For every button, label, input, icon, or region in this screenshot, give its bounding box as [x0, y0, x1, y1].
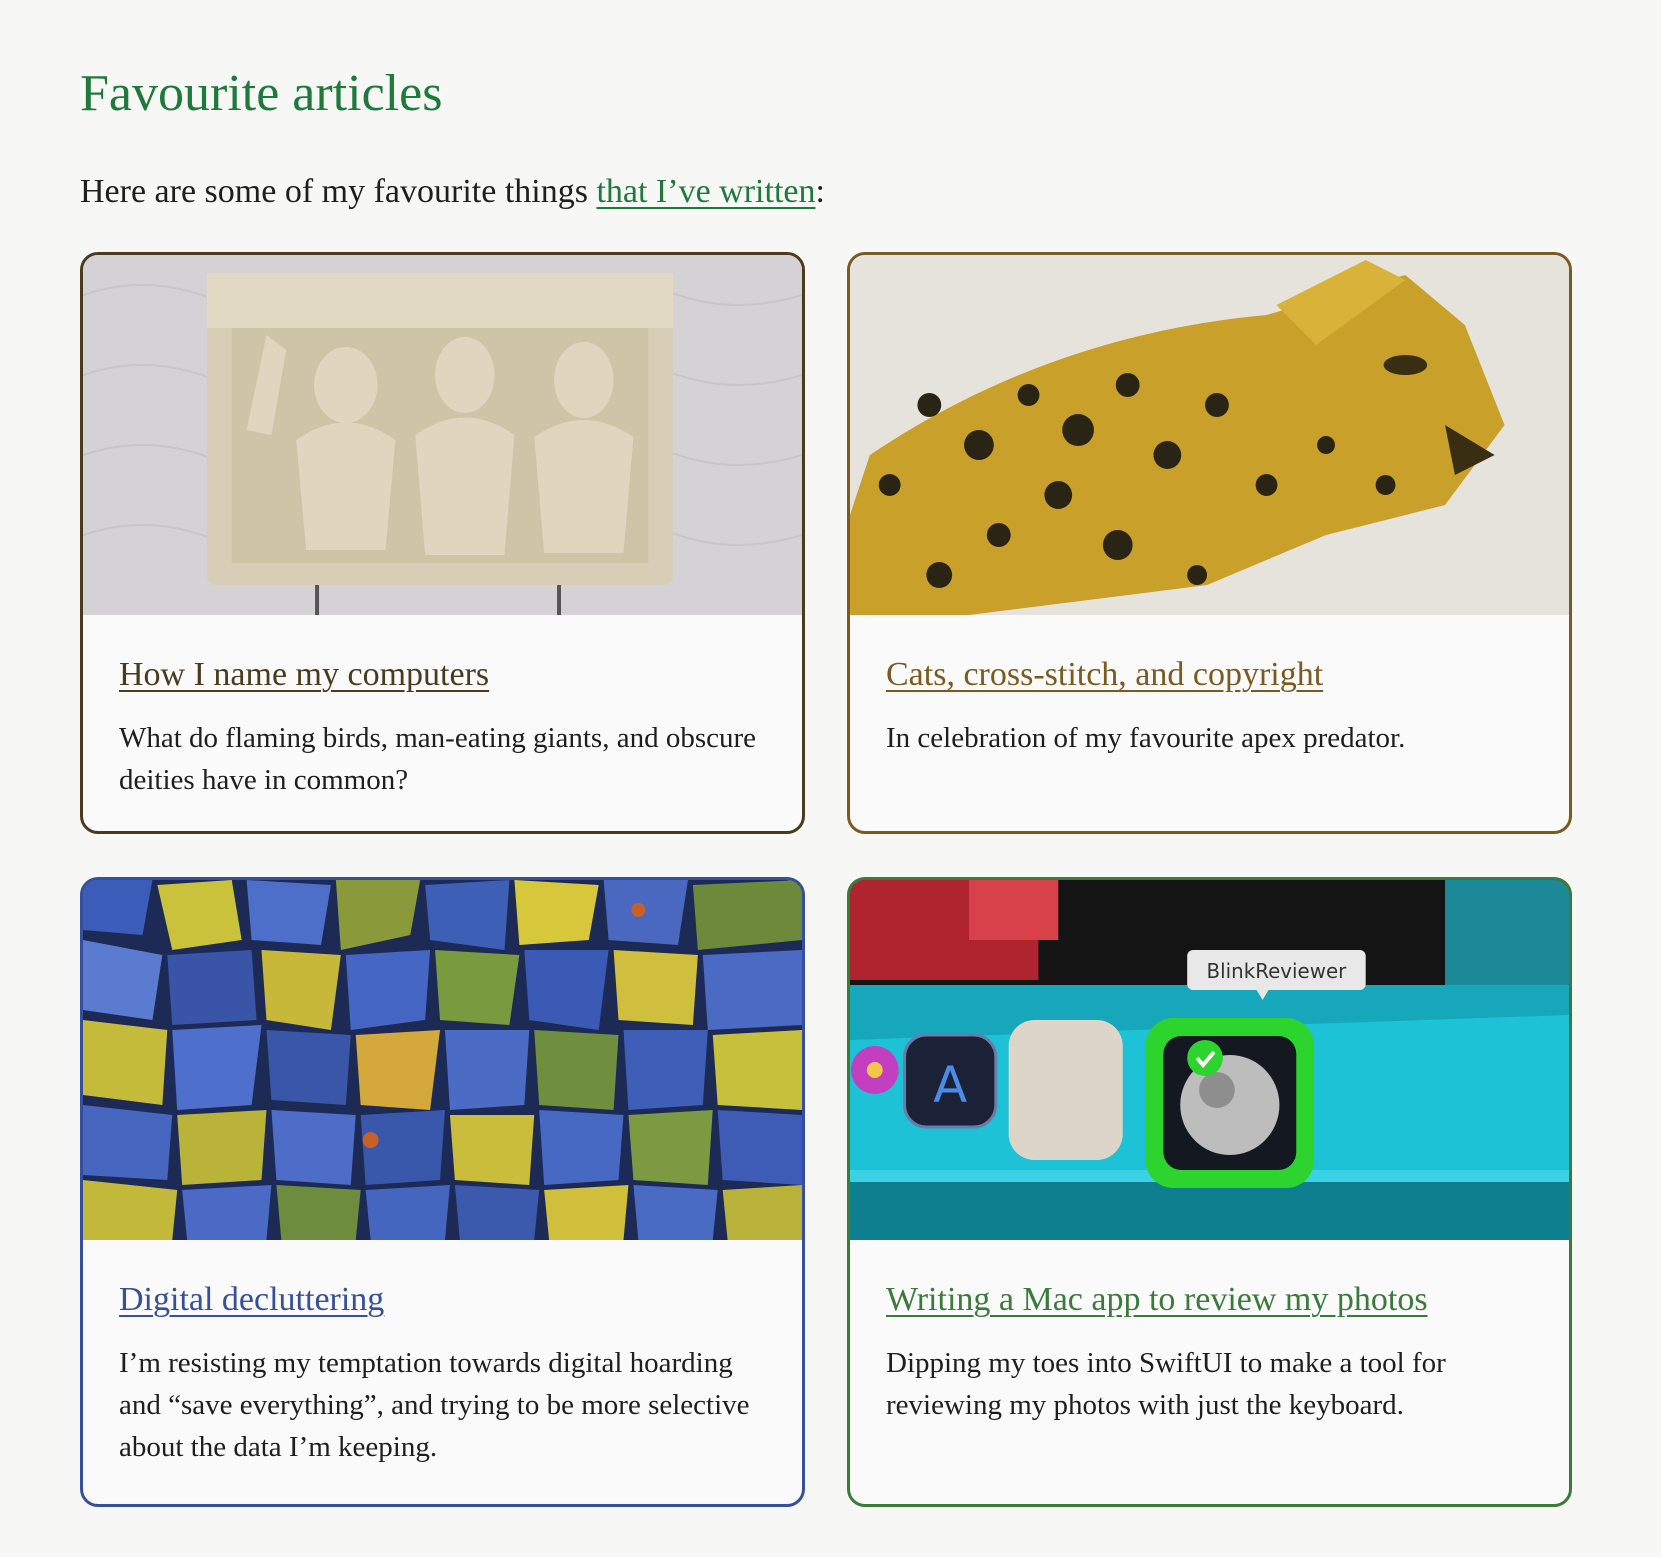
- intro-text: Here are some of my favourite things: [80, 173, 597, 210]
- article-link-computers[interactable]: How I name my computers: [119, 656, 489, 693]
- article-description: In celebration of my favourite apex pred…: [886, 722, 1406, 754]
- article-description: What do flaming birds, man-eating giants…: [119, 722, 757, 796]
- article-description: I’m resisting my temptation towards digi…: [119, 1347, 750, 1463]
- article-title: Digital decluttering: [119, 1278, 384, 1322]
- article-link-cats[interactable]: Cats, cross-stitch, and copyright: [886, 656, 1323, 693]
- article-description: Dipping my toes into SwiftUI to make a t…: [886, 1347, 1446, 1421]
- svg-text:A: A: [933, 1056, 967, 1114]
- blinkreviewer-tooltip: BlinkReviewer: [1207, 960, 1348, 983]
- article-card-mac-app[interactable]: A BlinkReviewer Writing a Mac app to rev…: [847, 877, 1572, 1507]
- article-card-cats[interactable]: Cats, cross-stitch, and copyright In cel…: [847, 252, 1572, 834]
- intro-paragraph: Here are some of my favourite things tha…: [80, 168, 825, 216]
- article-link-mac-app[interactable]: Writing a Mac app to review my photos: [886, 1281, 1428, 1318]
- written-articles-link[interactable]: that I’ve written: [596, 173, 815, 210]
- article-title: Cats, cross-stitch, and copyright: [886, 653, 1323, 697]
- article-card-computers[interactable]: How I name my computers What do flaming …: [80, 252, 805, 834]
- article-card-decluttering[interactable]: Digital decluttering I’m resisting my te…: [80, 877, 805, 1507]
- mac-dock-image[interactable]: A BlinkReviewer: [850, 880, 1569, 1240]
- article-title: Writing a Mac app to review my photos: [886, 1278, 1428, 1322]
- stone-relief-image[interactable]: [83, 255, 802, 615]
- intro-punctuation: :: [815, 173, 825, 210]
- cross-stitch-leopard-image[interactable]: [850, 255, 1569, 615]
- blue-rocks-image[interactable]: [83, 880, 802, 1240]
- article-link-decluttering[interactable]: Digital decluttering: [119, 1281, 384, 1318]
- article-title: How I name my computers: [119, 653, 489, 697]
- page-title: Favourite articles: [80, 65, 443, 122]
